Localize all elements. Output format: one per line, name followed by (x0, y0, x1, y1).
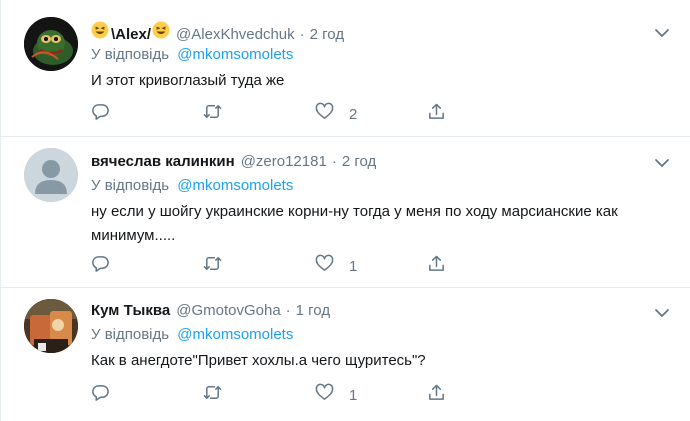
tweet-actions: 1 (91, 383, 451, 407)
like-button[interactable]: 1 (315, 383, 358, 407)
share-button[interactable] (427, 384, 446, 406)
display-name[interactable]: вячеслав калинкин (91, 153, 235, 170)
like-count: 2 (349, 105, 358, 123)
chevron-down-icon[interactable] (653, 154, 671, 172)
tweet-actions: 1 (91, 254, 451, 278)
separator-dot: · (299, 26, 305, 43)
reply-mention-link[interactable]: @mkomsomolets (177, 326, 293, 343)
reply-prefix: У відповідь (91, 46, 170, 63)
chevron-down-icon[interactable] (653, 24, 671, 42)
retweet-button[interactable] (203, 255, 222, 277)
reply-mention-link[interactable]: @mkomsomolets (177, 177, 293, 194)
reply-mention-link[interactable]: @mkomsomolets (177, 46, 293, 63)
retweet-icon (203, 254, 222, 278)
timestamp[interactable]: 2 год (310, 26, 344, 43)
avatar[interactable] (24, 17, 78, 71)
share-icon (427, 383, 446, 407)
like-count: 1 (349, 386, 358, 404)
tweet[interactable]: Кум Тыква @GmotovGoha · 1 год У відповід… (1, 288, 690, 421)
tweet-header: вячеслав калинкин @zero12181 · 2 год (91, 153, 376, 170)
share-button[interactable] (427, 103, 446, 125)
retweet-icon (203, 383, 222, 407)
avatar[interactable] (24, 299, 78, 353)
grinning-squinting-face-icon (91, 21, 109, 39)
reply-prefix: У відповідь (91, 326, 170, 343)
tweet-text: ну если у шойгу украинские корни-ну тогд… (91, 203, 618, 244)
reply-icon (91, 254, 110, 278)
tweet-text: Как в анегдоте"Привет хохлы.а чего щурит… (91, 352, 426, 369)
share-icon (427, 254, 446, 278)
timestamp[interactable]: 1 год (296, 302, 330, 319)
reply-context: У відповідь @mkomsomolets (91, 46, 293, 63)
tweet-header: \Alex/ @AlexKhvedchuk · 2 год (91, 21, 344, 43)
separator-dot: · (331, 153, 337, 170)
tweet[interactable]: \Alex/ @AlexKhvedchuk · 2 год У відповід… (1, 0, 690, 137)
avatar[interactable] (24, 148, 78, 202)
reply-button[interactable] (91, 103, 110, 125)
separator-dot: · (285, 302, 291, 319)
share-icon (427, 102, 446, 126)
retweet-button[interactable] (203, 384, 222, 406)
user-handle[interactable]: @zero12181 (241, 153, 327, 170)
tweet-text: И этот кривоглазый туда же (91, 72, 285, 89)
display-name[interactable]: Кум Тыква (91, 302, 170, 319)
chevron-down-icon[interactable] (653, 304, 671, 322)
user-handle[interactable]: @AlexKhvedchuk (176, 26, 295, 43)
tweet-header: Кум Тыква @GmotovGoha · 1 год (91, 302, 330, 319)
reply-prefix: У відповідь (91, 177, 170, 194)
like-icon (315, 383, 334, 407)
reply-context: У відповідь @mkomsomolets (91, 177, 293, 194)
like-button[interactable]: 2 (315, 102, 358, 126)
user-handle[interactable]: @GmotovGoha (176, 302, 280, 319)
like-count: 1 (349, 257, 358, 275)
display-name[interactable]: \Alex/ (111, 26, 151, 43)
grinning-squinting-face-icon (152, 21, 170, 39)
reply-button[interactable] (91, 255, 110, 277)
retweet-button[interactable] (203, 103, 222, 125)
reply-button[interactable] (91, 384, 110, 406)
reply-icon (91, 102, 110, 126)
share-button[interactable] (427, 255, 446, 277)
tweet[interactable]: вячеслав калинкин @zero12181 · 2 год У в… (1, 137, 690, 288)
reply-context: У відповідь @mkomsomolets (91, 326, 293, 343)
retweet-icon (203, 102, 222, 126)
tweet-actions: 2 (91, 102, 451, 126)
like-icon (315, 254, 334, 278)
reply-icon (91, 383, 110, 407)
like-button[interactable]: 1 (315, 254, 358, 278)
like-icon (315, 102, 334, 126)
replies-feed: \Alex/ @AlexKhvedchuk · 2 год У відповід… (0, 0, 690, 421)
timestamp[interactable]: 2 год (342, 153, 376, 170)
